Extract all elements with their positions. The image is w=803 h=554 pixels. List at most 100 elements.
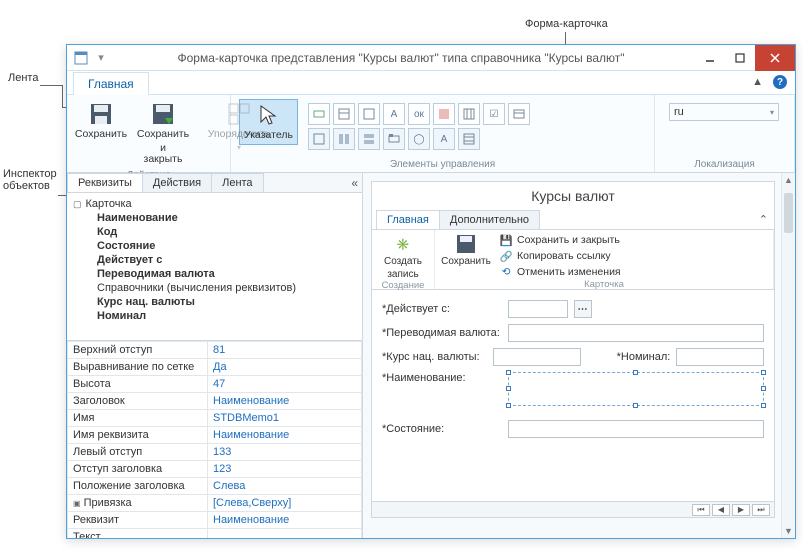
tree-item[interactable]: Действует с xyxy=(87,253,356,267)
field-label-state: *Состояние: xyxy=(382,423,502,435)
property-row[interactable]: Текст xyxy=(68,529,362,539)
close-button[interactable] xyxy=(755,45,795,71)
nav-next-button[interactable]: ▶ xyxy=(732,504,750,516)
property-row[interactable]: Верхний отступ81 xyxy=(68,342,362,359)
ribbon-tab-main[interactable]: Главная xyxy=(73,72,149,95)
property-value[interactable]: Наименование xyxy=(208,512,362,529)
tree-item[interactable]: Переводимая валюта xyxy=(87,267,356,281)
link-icon: 🔗 xyxy=(499,249,513,263)
scroll-thumb[interactable] xyxy=(784,193,793,233)
inspector-panel: Реквизиты Действия Лента « Карточка Наим… xyxy=(67,173,363,538)
canvas-tab-extra[interactable]: Дополнительно xyxy=(439,210,540,229)
save-icon xyxy=(455,233,477,255)
property-value[interactable] xyxy=(208,529,362,539)
tree-item[interactable]: Справочники (вычисления реквизитов) xyxy=(87,281,356,295)
rate-input[interactable] xyxy=(493,348,581,366)
design-canvas[interactable]: Курсы валют Главная Дополнительно ⌃ ✳️ С… xyxy=(371,181,775,518)
control-item[interactable] xyxy=(458,103,480,125)
control-item[interactable] xyxy=(358,128,380,150)
control-item[interactable] xyxy=(333,128,355,150)
nav-first-button[interactable]: ⏮ xyxy=(692,504,710,516)
control-item[interactable] xyxy=(508,103,530,125)
nav-prev-button[interactable]: ◀ xyxy=(712,504,730,516)
control-item[interactable] xyxy=(308,103,330,125)
control-item[interactable]: A xyxy=(383,103,405,125)
property-name: Выравнивание по сетке xyxy=(68,359,208,376)
property-value[interactable]: STDBMemo1 xyxy=(208,410,362,427)
inspector-tab-props[interactable]: Реквизиты xyxy=(67,173,143,192)
vertical-scrollbar[interactable]: ▲ ▼ xyxy=(781,173,795,538)
property-grid[interactable]: Верхний отступ81Выравнивание по сеткеДаВ… xyxy=(67,341,362,538)
save-close-button[interactable]: Сохранить и закрыть xyxy=(137,99,189,168)
canvas-collapse-icon[interactable]: ⌃ xyxy=(759,213,768,226)
tree-item[interactable]: Номинал xyxy=(87,309,356,323)
canvas-copy-link-button[interactable]: 🔗Копировать ссылку xyxy=(499,249,621,263)
valid-from-input[interactable] xyxy=(508,300,568,318)
property-row[interactable]: Имя реквизитаНаименование xyxy=(68,427,362,444)
save-label: Сохранить xyxy=(75,129,127,141)
property-row[interactable]: ИмяSTDBMemo1 xyxy=(68,410,362,427)
name-memo-selected[interactable] xyxy=(508,372,764,406)
property-row[interactable]: Левый отступ133 xyxy=(68,444,362,461)
property-value[interactable]: 123 xyxy=(208,461,362,478)
property-value[interactable]: 81 xyxy=(208,342,362,359)
property-row[interactable]: ЗаголовокНаименование xyxy=(68,393,362,410)
inspector-tab-ribbon[interactable]: Лента xyxy=(211,173,263,192)
property-value[interactable]: Слева xyxy=(208,478,362,495)
nominal-input[interactable] xyxy=(676,348,764,366)
control-item[interactable] xyxy=(433,103,455,125)
collapse-left-icon[interactable]: « xyxy=(351,176,358,190)
control-item[interactable] xyxy=(308,128,330,150)
save-button[interactable]: Сохранить xyxy=(75,99,127,143)
property-value[interactable]: Да xyxy=(208,359,362,376)
control-item[interactable]: ок xyxy=(408,103,430,125)
tree-item[interactable]: Наименование xyxy=(87,211,356,225)
maximize-button[interactable] xyxy=(725,45,755,71)
property-row[interactable]: Привязка[Слева,Сверху] xyxy=(68,495,362,512)
inspector-tab-actions[interactable]: Действия xyxy=(142,173,212,192)
control-item[interactable] xyxy=(333,103,355,125)
tree-item[interactable]: Состояние xyxy=(87,239,356,253)
object-tree[interactable]: Карточка НаименованиеКодСостояниеДейству… xyxy=(67,193,362,341)
locale-combo[interactable]: ru ▾ xyxy=(669,103,779,121)
scroll-up-icon[interactable]: ▲ xyxy=(782,173,795,187)
help-icon[interactable]: ? xyxy=(773,75,787,89)
control-item[interactable] xyxy=(458,128,480,150)
ribbon-tab-row: Главная ▲ ? xyxy=(67,71,795,95)
property-value[interactable]: 133 xyxy=(208,444,362,461)
property-row[interactable]: РеквизитНаименование xyxy=(68,512,362,529)
property-name: Левый отступ xyxy=(68,444,208,461)
nav-last-button[interactable]: ⏭ xyxy=(752,504,770,516)
currency-input[interactable] xyxy=(508,324,764,342)
state-input[interactable] xyxy=(508,420,764,438)
property-value[interactable]: Наименование xyxy=(208,393,362,410)
qat-dropdown-icon[interactable]: ▾ xyxy=(95,52,107,64)
scroll-down-icon[interactable]: ▼ xyxy=(782,524,795,538)
property-value[interactable]: Наименование xyxy=(208,427,362,444)
control-item[interactable]: A xyxy=(433,128,455,150)
property-row[interactable]: Положение заголовкаСлева xyxy=(68,478,362,495)
tree-item[interactable]: Курс нац. валюты xyxy=(87,295,356,309)
tree-item[interactable]: Код xyxy=(87,225,356,239)
canvas-tab-main[interactable]: Главная xyxy=(376,210,440,229)
control-item[interactable]: ◯ xyxy=(408,128,430,150)
canvas-save-close-button[interactable]: 💾Сохранить и закрыть xyxy=(499,233,621,247)
ellipsis-button[interactable]: ⋯ xyxy=(574,300,592,318)
minimize-button[interactable] xyxy=(695,45,725,71)
property-row[interactable]: Высота47 xyxy=(68,376,362,393)
canvas-save-button[interactable]: Сохранить xyxy=(441,233,491,279)
property-value[interactable]: 47 xyxy=(208,376,362,393)
tree-root[interactable]: Карточка xyxy=(73,197,356,211)
property-name: Имя реквизита xyxy=(68,427,208,444)
control-item[interactable] xyxy=(358,103,380,125)
arrange-button[interactable]: Упорядочить ▾ xyxy=(213,99,265,154)
property-name: Реквизит xyxy=(68,512,208,529)
create-record-button[interactable]: ✳️ Создать запись xyxy=(378,233,428,280)
property-row[interactable]: Отступ заголовка123 xyxy=(68,461,362,478)
control-item[interactable]: ☑ xyxy=(483,103,505,125)
property-row[interactable]: Выравнивание по сеткеДа xyxy=(68,359,362,376)
property-value[interactable]: [Слева,Сверху] xyxy=(208,495,362,512)
ribbon-collapse-icon[interactable]: ▲ xyxy=(752,76,763,88)
control-item[interactable] xyxy=(383,128,405,150)
canvas-undo-button[interactable]: ⟲Отменить изменения xyxy=(499,265,621,279)
